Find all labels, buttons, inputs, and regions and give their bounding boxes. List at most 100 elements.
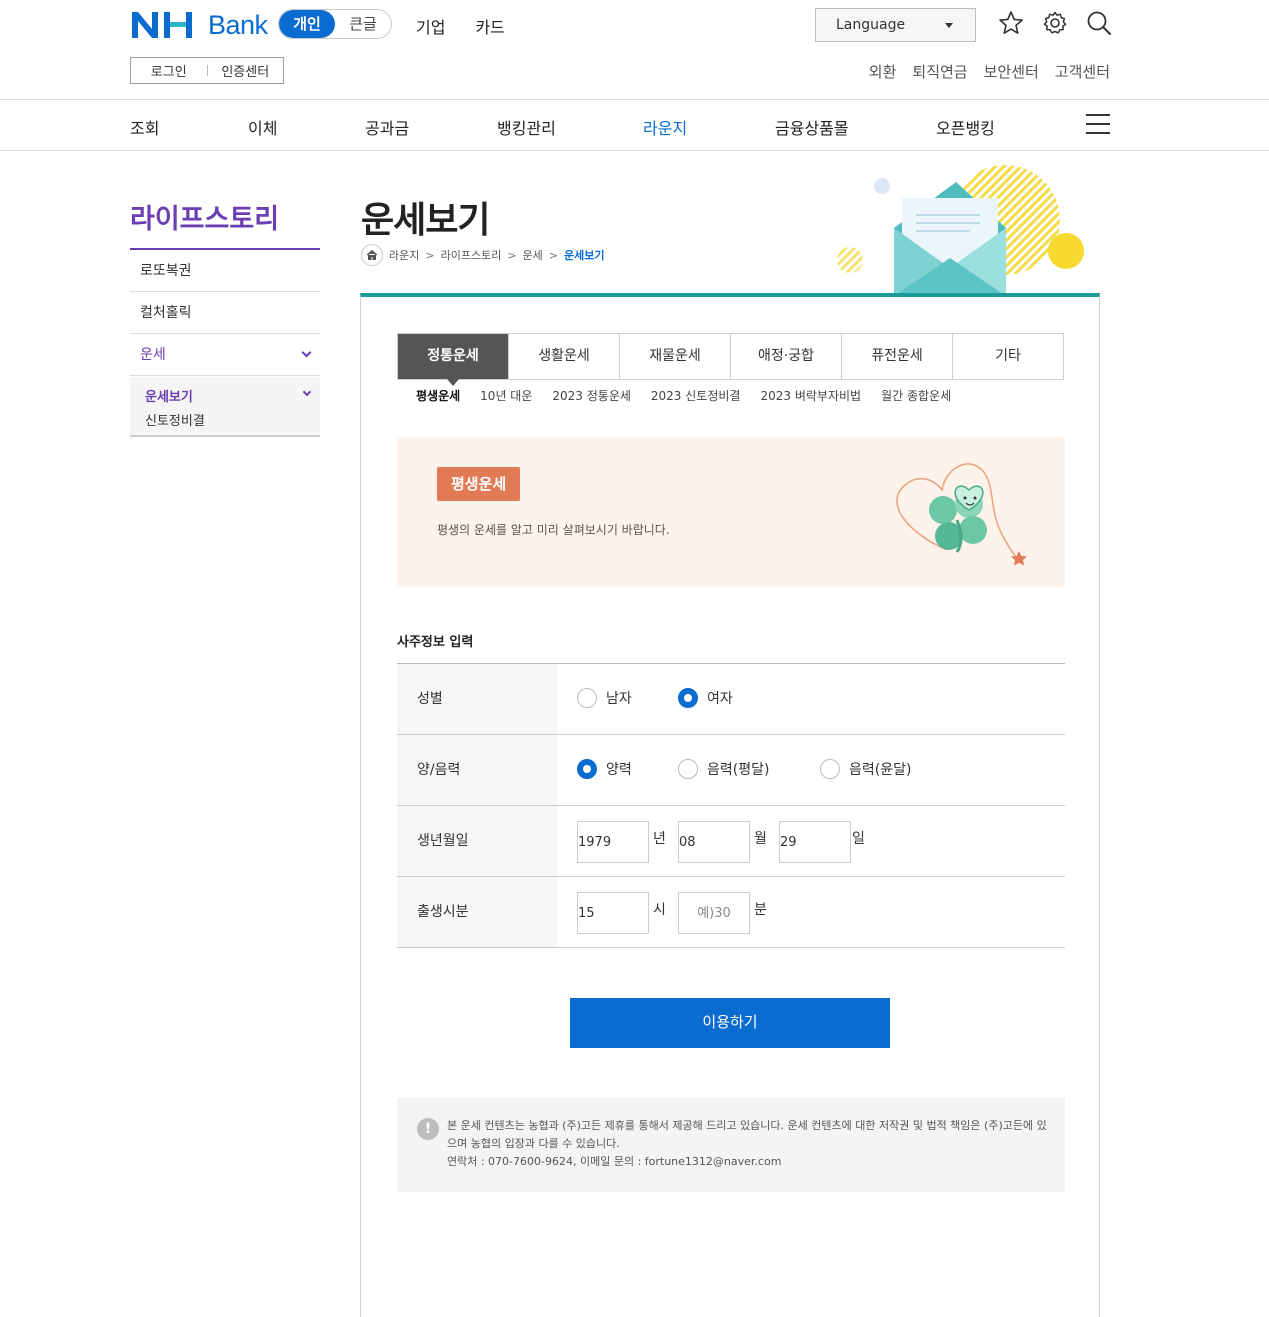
header-top: Bank 개인 큰글 기업 카드 Language 로그인 인증센터 외환 퇴직… [0,0,1269,100]
breadcrumb: 라운지 > 라이프스토리 > 운세 > 운세보기 [361,244,605,266]
subtab-10yr[interactable]: 10년 대운 [480,387,532,404]
lnb-item-label: 운세 [140,347,166,363]
row-label: 양/음력 [397,735,557,805]
search-icon[interactable] [1086,10,1112,38]
gnb-banking-mgmt[interactable]: 뱅킹관리 [497,115,556,139]
notice-line: 본 운세 컨텐츠는 농협과 (주)고든 제휴를 통해서 제공해 드리고 있습니다… [447,1119,1047,1150]
gnb-open-banking[interactable]: 오픈뱅킹 [936,115,995,139]
tab-wealth[interactable]: 재물운세 [620,334,731,379]
tab-life[interactable]: 생활운세 [509,334,620,379]
unit-label: 월 [754,831,767,847]
home-icon[interactable] [361,244,383,266]
content-panel: 정통운세 생활운세 재물운세 애정·궁합 퓨전운세 기타 평생운세 10년 대운… [360,293,1100,1317]
util-customer[interactable]: 고객센터 [1055,61,1110,82]
calendar-lunar-radio[interactable]: 음력(평달) [678,759,769,779]
menu-icon[interactable] [1086,114,1110,134]
tab-fusion[interactable]: 퓨전운세 [842,334,953,379]
notice-text: 본 운세 컨텐츠는 농협과 (주)고든 제휴를 통해서 제공해 드리고 있습니다… [447,1117,1047,1171]
subtab-monthly[interactable]: 월간 종합운세 [881,387,951,404]
fortune-banner: 평생운세 평생의 운세를 알고 미리 살펴보시기 바랍니다. [397,437,1065,587]
chevron-down-icon [302,387,312,397]
util-forex[interactable]: 외환 [869,61,897,82]
radio-off-icon [577,688,597,708]
lnb-item-culture[interactable]: 컬처홀릭 [130,292,320,334]
mode-personal[interactable]: 개인 [279,10,335,38]
form-row-calendar: 양/음력 양력 음력(평달) 음력(윤달) [397,735,1065,806]
lnb-item-lotto[interactable]: 로또복권 [130,250,320,292]
subtab-lifetime[interactable]: 평생운세 [416,387,460,404]
unit-label: 일 [852,831,865,847]
chevron-down-icon [301,347,312,358]
calendar-solar-radio[interactable]: 양력 [577,759,632,779]
mode-toggle: 개인 큰글 [278,9,392,39]
gnb-utility-bills[interactable]: 공과금 [365,115,409,139]
envelope-illustration [830,160,1100,300]
nh-bank-logo[interactable]: Bank [130,8,268,42]
form-row-gender: 성별 남자 여자 [397,664,1065,735]
birth-hour-input[interactable] [577,892,649,934]
breadcrumb-item[interactable]: 라이프스토리 [441,247,502,263]
unit-label: 분 [754,902,767,918]
birth-day-input[interactable] [779,821,851,863]
lnb-sub-fortune-view[interactable]: 운세보기 [145,386,193,405]
breadcrumb-item[interactable]: 운세 [523,247,543,263]
top-nav: 기업 카드 [416,14,505,38]
top-nav-card[interactable]: 카드 [475,14,504,38]
breadcrumb-current: 운세보기 [564,249,605,262]
cert-center-link[interactable]: 인증센터 [208,61,284,80]
subtab-2023-tojeong[interactable]: 2023 신토정비결 [651,387,741,404]
radio-label: 양력 [606,762,632,778]
lnb-item-label: 컬처홀릭 [140,305,192,321]
gnb-transfer[interactable]: 이체 [248,115,277,139]
radio-on-icon [678,688,698,708]
breadcrumb-separator-icon: > [507,248,517,262]
page-title: 운세보기 [361,200,490,241]
bank-wordmark: Bank [208,9,268,40]
radio-on-icon [577,759,597,779]
util-pension[interactable]: 퇴직연금 [912,61,967,82]
subtab-2023-classic[interactable]: 2023 정통운세 [552,387,631,404]
caret-down-icon [945,23,953,28]
lnb-item-label: 로또복권 [140,263,192,279]
birth-month-input[interactable] [678,821,750,863]
utility-nav: 외환 퇴직연금 보안센터 고객센터 [869,61,1110,82]
radio-off-icon [820,759,840,779]
gnb-financial-mall[interactable]: 금융상품몰 [775,115,849,139]
fortune-tabs: 정통운세 생활운세 재물운세 애정·궁합 퓨전운세 기타 [397,333,1064,386]
gnb-inquiry[interactable]: 조회 [130,115,159,139]
notice-contact: 연락처 : 070-7600-9624, 이메일 문의 : fortune131… [447,1155,782,1168]
star-icon[interactable] [998,10,1024,38]
subtab-2023-rich[interactable]: 2023 벼락부자비법 [760,387,861,404]
form-row-birthtime: 출생시분 시 분 [397,877,1065,948]
radio-label: 남자 [606,691,632,707]
top-nav-business[interactable]: 기업 [416,14,445,38]
exclamation-icon: ! [417,1118,439,1140]
birth-year-input[interactable] [577,821,649,863]
gnb-lounge[interactable]: 라운지 [643,115,687,139]
top-icons [998,10,1112,38]
radio-off-icon [678,759,698,779]
submit-button[interactable]: 이용하기 [570,998,890,1048]
form-title: 사주정보 입력 [397,635,474,650]
lnb-sub-tojeong[interactable]: 신토정비결 [145,410,205,429]
login-link[interactable]: 로그인 [131,61,207,80]
tab-other[interactable]: 기타 [953,334,1063,379]
language-label: Language [836,17,906,33]
tab-classic[interactable]: 정통운세 [398,334,509,386]
breadcrumb-item[interactable]: 라운지 [389,247,419,263]
saju-form: 성별 남자 여자 양/음력 양력 음력(평달) 음력(윤달) 생년월일 1979… [397,663,1065,948]
birth-minute-input[interactable] [678,892,750,934]
form-row-birthdate: 생년월일 년 월 일 [397,806,1065,877]
gender-female-radio[interactable]: 여자 [678,688,733,708]
gender-male-radio[interactable]: 남자 [577,688,632,708]
fortune-subtabs: 평생운세 10년 대운 2023 정통운세 2023 신토정비결 2023 벼락… [416,387,951,404]
row-label: 출생시분 [397,877,557,947]
gear-icon[interactable] [1042,10,1068,38]
util-security[interactable]: 보안센터 [984,61,1039,82]
tab-love-match[interactable]: 애정·궁합 [731,334,842,379]
calendar-lunar-leap-radio[interactable]: 음력(윤달) [820,759,911,779]
banner-badge: 평생운세 [437,467,521,501]
lnb-item-fortune[interactable]: 운세 [130,334,320,376]
language-select[interactable]: Language [815,8,976,42]
mode-large-text[interactable]: 큰글 [335,10,391,38]
